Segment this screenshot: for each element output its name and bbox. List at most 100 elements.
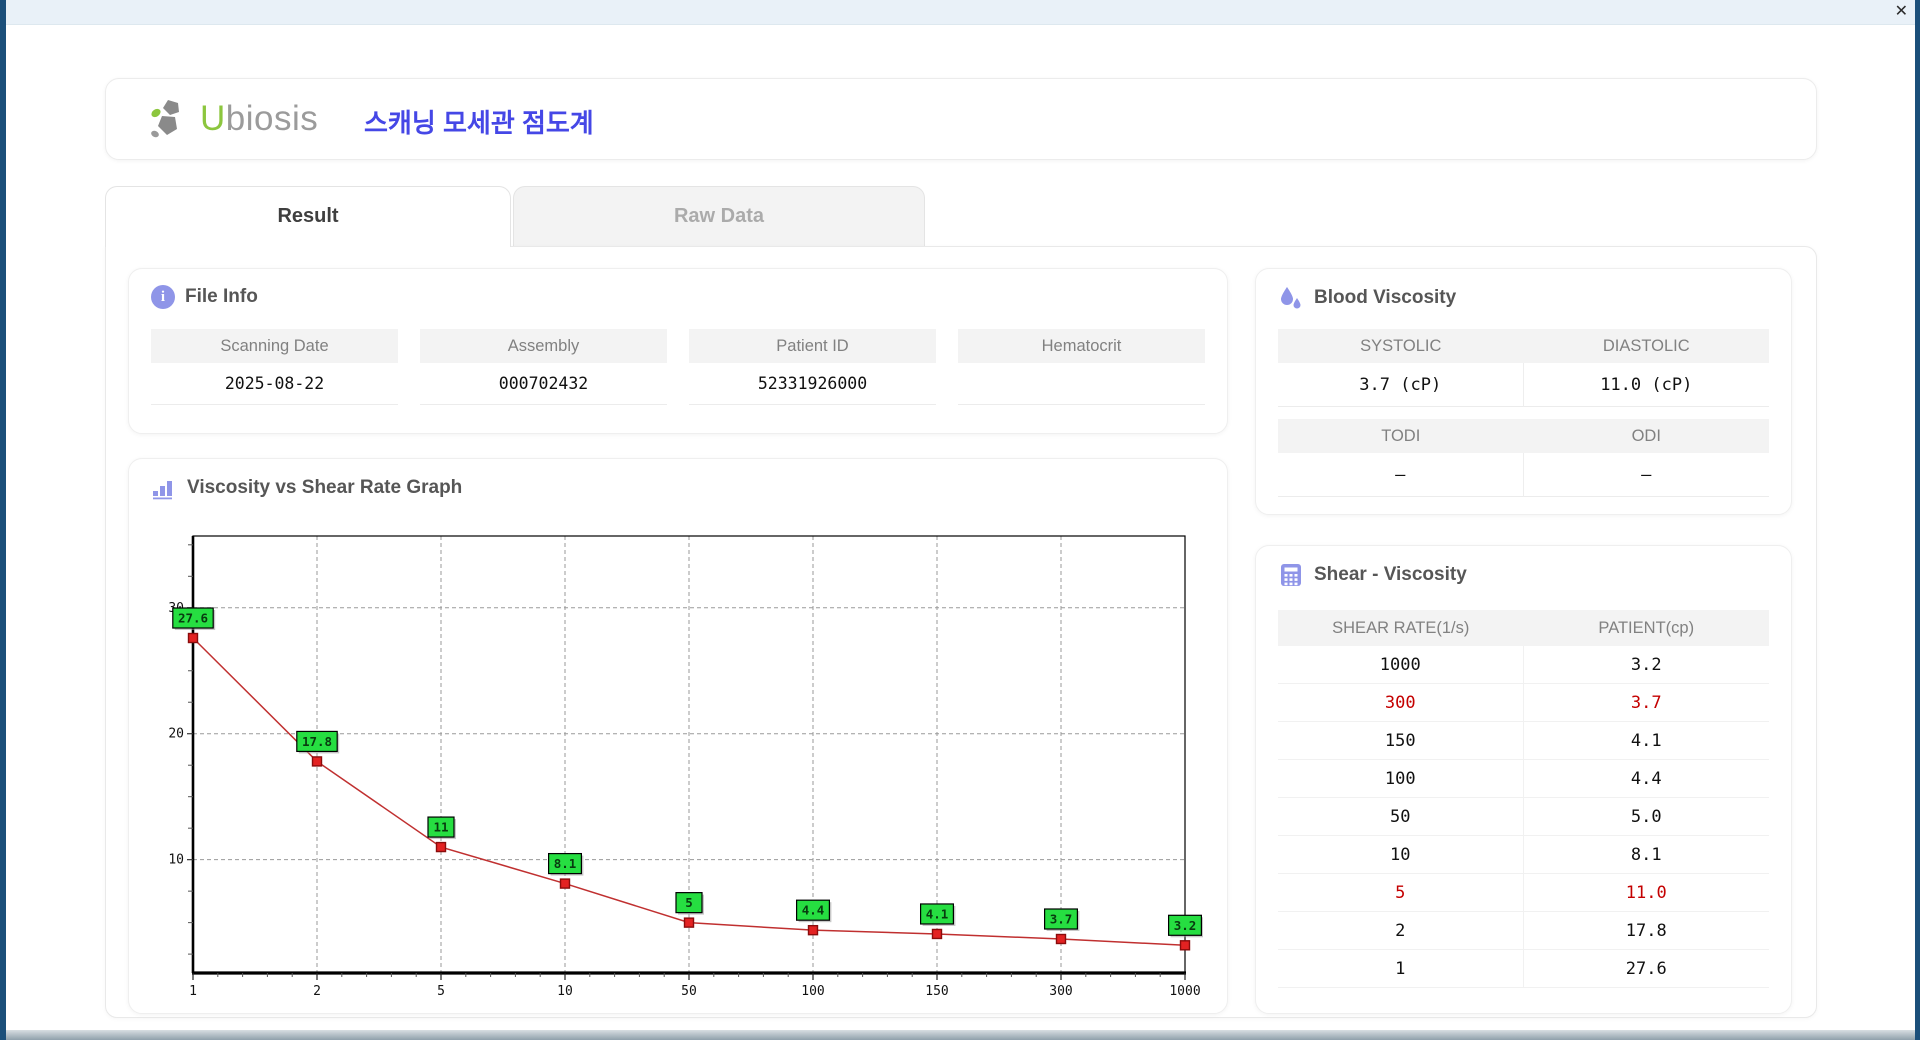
- svg-text:17.8: 17.8: [302, 734, 332, 749]
- graph-title-text: Viscosity vs Shear Rate Graph: [187, 477, 463, 498]
- file-info-fields: Scanning Date 2025-08-22 Assembly 000702…: [151, 329, 1205, 405]
- shear-viscosity-title: Shear - Viscosity: [1278, 562, 1467, 588]
- table-row: 2 17.8: [1278, 912, 1769, 950]
- file-info-title-text: File Info: [185, 286, 258, 307]
- field-label: Hematocrit: [958, 329, 1205, 363]
- svg-text:8.1: 8.1: [554, 856, 577, 871]
- blood-viscosity-title-text: Blood Viscosity: [1314, 287, 1457, 308]
- patient-cell: 11.0: [1523, 874, 1769, 912]
- info-icon: i: [151, 285, 175, 309]
- patient-cell: 4.1: [1523, 722, 1769, 760]
- tab-result[interactable]: Result: [105, 186, 511, 247]
- svg-text:4.1: 4.1: [926, 906, 949, 921]
- svg-text:20: 20: [168, 727, 184, 742]
- patient-cell: 5.0: [1523, 798, 1769, 836]
- shear-rate-cell: 5: [1278, 874, 1524, 912]
- window-edge-left: [0, 0, 6, 1040]
- svg-text:150: 150: [925, 984, 948, 999]
- table-row: 5 11.0: [1278, 874, 1769, 912]
- calculator-icon: [1281, 564, 1301, 586]
- chart-canvas: 1020301251050100150300100027.617.8118.15…: [168, 535, 1204, 999]
- table-row: 10 8.1: [1278, 836, 1769, 874]
- metric-value: 11.0 (cP): [1523, 363, 1769, 407]
- bar-chart-icon: [153, 481, 172, 500]
- svg-text:10: 10: [557, 984, 573, 999]
- bv-systolic-diastolic-headers: SYSTOLIC DIASTOLIC 3.7 (cP) 11.0 (cP): [1278, 329, 1769, 407]
- shear-rate-cell: 300: [1278, 684, 1524, 722]
- svg-text:100: 100: [801, 984, 824, 999]
- svg-text:1: 1: [189, 984, 197, 999]
- file-info-title: i File Info: [151, 285, 258, 309]
- window-titlebar: ✕: [0, 0, 1920, 25]
- shear-rate-cell: 2: [1278, 912, 1524, 950]
- app-logo: Ubiosis: [148, 96, 318, 142]
- svg-text:5: 5: [685, 895, 693, 910]
- blood-drops-icon: [1281, 287, 1301, 309]
- table-row: 300 3.7: [1278, 684, 1769, 722]
- shear-rate-cell: 50: [1278, 798, 1524, 836]
- shear-viscosity-title-text: Shear - Viscosity: [1314, 564, 1467, 585]
- field-value: 52331926000: [689, 363, 936, 405]
- field-scanning-date: Scanning Date 2025-08-22: [151, 329, 398, 405]
- svg-text:1000: 1000: [1169, 984, 1200, 999]
- patient-cell: 4.4: [1523, 760, 1769, 798]
- field-hematocrit: Hematocrit: [958, 329, 1205, 405]
- svg-text:50: 50: [681, 984, 697, 999]
- patient-cell: 8.1: [1523, 836, 1769, 874]
- field-value: 2025-08-22: [151, 363, 398, 405]
- window-edge-right: [1915, 0, 1920, 1040]
- svg-text:10: 10: [168, 853, 184, 868]
- metric-value: –: [1523, 453, 1769, 497]
- metric-value: 3.7 (cP): [1278, 363, 1524, 407]
- page-title: 스캐닝 모세관 점도계: [364, 108, 594, 138]
- column-header: SHEAR RATE(1/s): [1278, 610, 1524, 646]
- metric-label: SYSTOLIC: [1278, 329, 1524, 363]
- patient-cell: 3.7: [1523, 684, 1769, 722]
- table-row: 150 4.1: [1278, 722, 1769, 760]
- shear-viscosity-card: Shear - Viscosity SHEAR RATE(1/s) PATIEN…: [1255, 545, 1792, 1014]
- table-row: 100 4.4: [1278, 760, 1769, 798]
- metric-label: TODI: [1278, 419, 1524, 453]
- table-row: 50 5.0: [1278, 798, 1769, 836]
- patient-cell: 27.6: [1523, 950, 1769, 988]
- blood-viscosity-card: Blood Viscosity SYSTOLIC DIASTOLIC 3.7 (…: [1255, 268, 1792, 515]
- file-info-card: i File Info Scanning Date 2025-08-22 Ass…: [128, 268, 1228, 434]
- shear-rate-cell: 10: [1278, 836, 1524, 874]
- close-icon[interactable]: ✕: [1895, 2, 1908, 22]
- svg-text:5: 5: [437, 984, 445, 999]
- bv-todi-odi-headers: TODI ODI – –: [1278, 419, 1769, 497]
- field-label: Assembly: [420, 329, 667, 363]
- field-assembly: Assembly 000702432: [420, 329, 667, 405]
- metric-label: DIASTOLIC: [1523, 329, 1769, 363]
- header-card: Ubiosis 스캐닝 모세관 점도계: [105, 78, 1817, 160]
- field-label: Scanning Date: [151, 329, 398, 363]
- shear-rate-cell: 100: [1278, 760, 1524, 798]
- field-patient-id: Patient ID 52331926000: [689, 329, 936, 405]
- svg-text:2: 2: [313, 984, 321, 999]
- shear-rate-cell: 150: [1278, 722, 1524, 760]
- field-value: [958, 363, 1205, 405]
- shear-rate-cell: 1000: [1278, 646, 1524, 684]
- metric-value: –: [1278, 453, 1524, 497]
- shear-viscosity-table: SHEAR RATE(1/s) PATIENT(cp) 1000 3.2 300 3…: [1278, 610, 1769, 988]
- metric-label: ODI: [1523, 419, 1769, 453]
- shear-rate-cell: 1: [1278, 950, 1524, 988]
- svg-text:11: 11: [433, 820, 448, 835]
- window-edge-bottom: [0, 1030, 1920, 1040]
- patient-cell: 3.2: [1523, 646, 1769, 684]
- svg-text:3.7: 3.7: [1050, 911, 1073, 926]
- graph-card: Viscosity vs Shear Rate Graph 1020301251…: [128, 458, 1228, 1014]
- graph-title: Viscosity vs Shear Rate Graph: [151, 475, 462, 501]
- field-label: Patient ID: [689, 329, 936, 363]
- patient-cell: 17.8: [1523, 912, 1769, 950]
- blood-viscosity-title: Blood Viscosity: [1278, 285, 1456, 311]
- svg-text:3.2: 3.2: [1174, 918, 1197, 933]
- svg-text:300: 300: [1049, 984, 1072, 999]
- tab-raw-data[interactable]: Raw Data: [513, 186, 925, 246]
- svg-text:27.6: 27.6: [178, 611, 208, 626]
- field-value: 000702432: [420, 363, 667, 405]
- table-row: 1 27.6: [1278, 950, 1769, 988]
- ubiosis-logo-icon: [151, 100, 179, 138]
- viscosity-shear-chart: 1020301251050100150300100027.617.8118.15…: [155, 521, 1204, 1007]
- table-header-row: SHEAR RATE(1/s) PATIENT(cp): [1278, 610, 1769, 646]
